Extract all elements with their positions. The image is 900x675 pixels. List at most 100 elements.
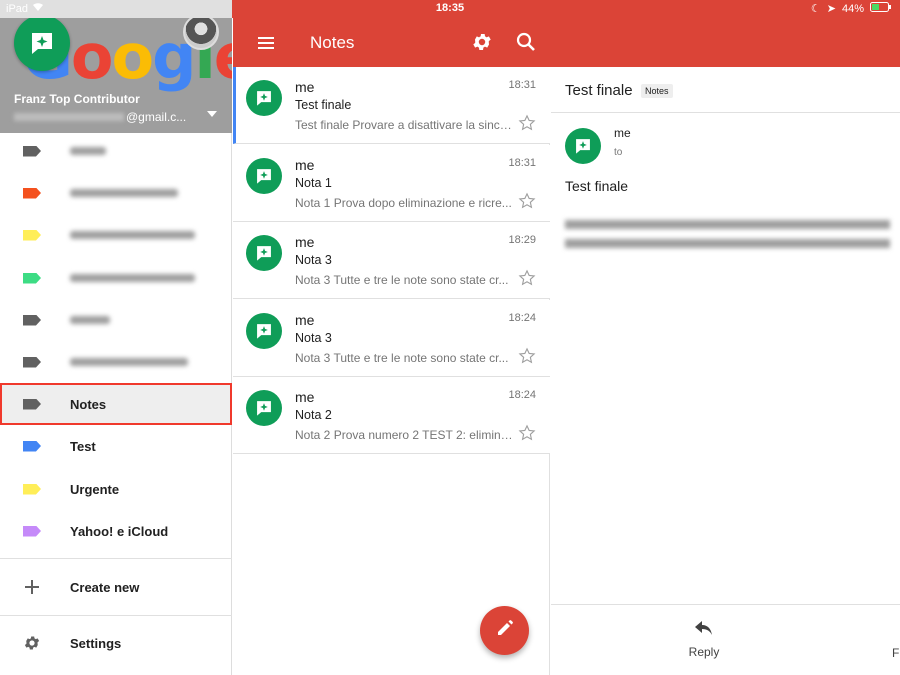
drawer-label-item[interactable]: Notes bbox=[0, 383, 232, 425]
message-time: 18:24 bbox=[508, 312, 536, 324]
account-email[interactable]: @gmail.c... bbox=[14, 110, 186, 124]
redacted-body-line bbox=[565, 239, 890, 248]
redacted-label-name bbox=[70, 189, 178, 197]
label-tag-icon bbox=[23, 356, 41, 368]
navigation-drawer: Google Franz Top Contributor @gmail.c...… bbox=[0, 0, 232, 675]
detail-recipient[interactable]: to bbox=[614, 147, 622, 158]
star-icon[interactable] bbox=[518, 192, 536, 210]
sender-avatar bbox=[246, 313, 282, 349]
battery-percent: 44% bbox=[841, 2, 864, 15]
drawer-label-item[interactable]: Yahoo! e iCloud bbox=[0, 510, 232, 552]
label-tag-icon bbox=[23, 145, 41, 157]
label-tag-icon bbox=[23, 483, 41, 495]
message-sender: me bbox=[295, 234, 315, 250]
drawer-label-item[interactable]: Urgente bbox=[0, 468, 232, 510]
drawer-label-item[interactable] bbox=[0, 172, 232, 214]
label-tag-icon bbox=[23, 440, 41, 452]
account-email-suffix: @gmail.c... bbox=[126, 110, 187, 124]
email-redacted bbox=[14, 113, 124, 121]
forward-button[interactable]: F bbox=[892, 646, 899, 660]
detail-subject: Test finale bbox=[565, 82, 633, 99]
label-chip[interactable]: Notes bbox=[641, 84, 673, 98]
drawer-label-name: Urgente bbox=[70, 481, 120, 497]
message-row[interactable]: me 18:31 Test finale Test finale Provare a … bbox=[233, 67, 550, 144]
drawer-label-item[interactable] bbox=[0, 257, 232, 299]
label-tag-icon bbox=[23, 525, 41, 537]
drawer-label-item[interactable] bbox=[0, 341, 232, 383]
detail-footer-divider bbox=[551, 604, 900, 605]
message-sender: me bbox=[295, 312, 315, 328]
location-icon: ➤ bbox=[826, 3, 836, 15]
redacted-body-line bbox=[565, 220, 890, 229]
drawer-label-item[interactable] bbox=[0, 299, 232, 341]
redacted-label-name bbox=[70, 274, 195, 282]
message-subject: Test finale bbox=[295, 98, 352, 112]
star-icon[interactable] bbox=[518, 269, 536, 287]
account-name: Franz Top Contributor bbox=[14, 92, 140, 106]
app-toolbar: Notes bbox=[233, 18, 900, 67]
search-icon[interactable] bbox=[515, 31, 537, 53]
message-row[interactable]: me 18:29 Nota 3 Nota 3 Tutte e tre le note … bbox=[233, 222, 550, 299]
redacted-label-name bbox=[70, 358, 188, 366]
label-tag-icon bbox=[23, 398, 41, 410]
message-sender: me bbox=[295, 157, 315, 173]
message-subject: Nota 3 bbox=[295, 253, 332, 267]
message-row[interactable]: me 18:24 Nota 2 Nota 2 Prova numero 2 TEST … bbox=[233, 377, 550, 454]
drawer-divider bbox=[0, 615, 232, 616]
drawer-label-item[interactable]: Test bbox=[0, 425, 232, 467]
detail-sender: me bbox=[614, 126, 631, 140]
star-icon[interactable] bbox=[518, 424, 536, 442]
message-snippet: Test finale Provare a disattivare la sin… bbox=[295, 118, 513, 132]
sender-avatar bbox=[246, 235, 282, 271]
redacted-label-name bbox=[70, 231, 195, 239]
drawer-label-item[interactable] bbox=[0, 130, 232, 172]
message-subject: Nota 3 bbox=[295, 331, 332, 345]
plus-icon bbox=[22, 577, 42, 597]
gear-icon bbox=[22, 633, 42, 653]
star-icon[interactable] bbox=[518, 114, 536, 132]
sender-avatar bbox=[565, 128, 601, 164]
drawer-label-name: Test bbox=[70, 438, 96, 454]
pencil-icon bbox=[496, 619, 514, 642]
battery-icon bbox=[870, 2, 892, 15]
toolbar-title: Notes bbox=[310, 33, 355, 52]
menu-icon[interactable] bbox=[256, 33, 276, 53]
status-time: 18:35 bbox=[435, 2, 465, 14]
redacted-label-name bbox=[70, 316, 110, 324]
detail-body-title: Test finale bbox=[565, 178, 629, 194]
message-snippet: Nota 3 Tutte e tre le note sono state cr… bbox=[295, 351, 509, 365]
message-snippet: Nota 3 Tutte e tre le note sono state cr… bbox=[295, 273, 509, 287]
create-new-button[interactable]: Create new bbox=[0, 567, 232, 607]
message-row[interactable]: me 18:31 Nota 1 Nota 1 Prova dopo eliminazi… bbox=[233, 145, 550, 222]
star-icon[interactable] bbox=[518, 347, 536, 365]
message-snippet: Nota 1 Prova dopo eliminazione e ricre..… bbox=[295, 196, 512, 210]
drawer-divider bbox=[0, 558, 232, 559]
settings-button[interactable]: Settings bbox=[0, 623, 232, 663]
settings-gear-icon[interactable] bbox=[471, 31, 493, 53]
message-time: 18:31 bbox=[508, 157, 536, 169]
drawer-label-item[interactable] bbox=[0, 214, 232, 256]
message-detail-pane: Test finale Notes me to Test finale Repl… bbox=[551, 67, 900, 675]
message-row[interactable]: me 18:24 Nota 3 Nota 3 Tutte e tre le note … bbox=[233, 300, 550, 377]
redacted-label-name bbox=[70, 147, 106, 155]
profile-avatar[interactable] bbox=[183, 14, 219, 50]
account-switch-caret-icon[interactable] bbox=[207, 111, 217, 117]
message-subject: Nota 2 bbox=[295, 408, 332, 422]
reply-button[interactable]: Reply bbox=[681, 620, 727, 659]
message-snippet: Nota 2 Prova numero 2 TEST 2: elimina... bbox=[295, 428, 513, 442]
drawer-header: Google Franz Top Contributor @gmail.c... bbox=[0, 0, 232, 133]
label-tag-icon bbox=[23, 272, 41, 284]
message-time: 18:31 bbox=[508, 79, 536, 91]
moon-icon: ☾ bbox=[810, 3, 821, 15]
status-bar: iPad 18:35 ☾ ➤ 44% bbox=[0, 0, 900, 18]
reply-label: Reply bbox=[688, 645, 720, 659]
sender-avatar bbox=[246, 80, 282, 116]
sender-avatar bbox=[246, 158, 282, 194]
detail-divider bbox=[551, 112, 900, 113]
sender-avatar bbox=[246, 390, 282, 426]
compose-button[interactable] bbox=[480, 606, 529, 655]
settings-label: Settings bbox=[70, 635, 122, 651]
notes-app-icon bbox=[14, 15, 70, 71]
message-time: 18:29 bbox=[508, 234, 536, 246]
create-new-label: Create new bbox=[70, 579, 140, 595]
